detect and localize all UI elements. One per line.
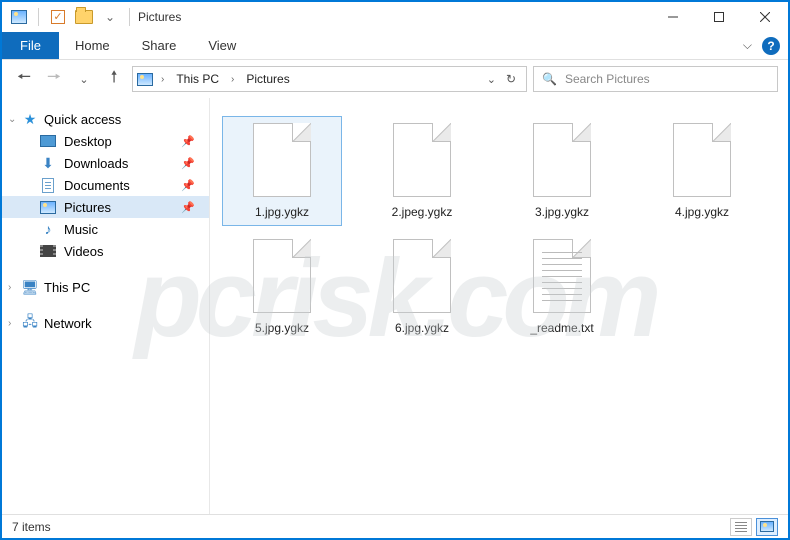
- sidebar-network[interactable]: › 🖧 Network: [2, 312, 209, 334]
- file-item[interactable]: 5.jpg.ygkz: [222, 232, 342, 342]
- sidebar-item-label: Downloads: [64, 156, 128, 171]
- sidebar-item-pictures[interactable]: Pictures 📌: [2, 196, 209, 218]
- tab-share[interactable]: Share: [126, 32, 193, 59]
- qat-separator: [38, 8, 39, 26]
- file-icon: [253, 123, 311, 197]
- music-icon: ♪: [40, 221, 56, 237]
- sidebar-label: Quick access: [44, 112, 121, 127]
- sidebar-quick-access[interactable]: ⌄ ★ Quick access: [2, 108, 209, 130]
- chevron-right-icon[interactable]: ›: [227, 74, 238, 85]
- file-name: 1.jpg.ygkz: [255, 205, 309, 219]
- file-item[interactable]: 6.jpg.ygkz: [362, 232, 482, 342]
- sidebar-item-documents[interactable]: Documents 📌: [2, 174, 209, 196]
- chevron-right-icon[interactable]: ›: [157, 74, 168, 85]
- caret-down-icon: ⌄: [8, 114, 16, 125]
- view-large-icons-button[interactable]: [756, 518, 778, 536]
- breadcrumb-picture-icon: [137, 71, 153, 87]
- sidebar-item-label: Music: [64, 222, 98, 237]
- file-name: 2.jpeg.ygkz: [392, 205, 453, 219]
- close-button[interactable]: [742, 2, 788, 32]
- back-button[interactable]: 🠔: [12, 67, 36, 91]
- downloads-icon: ⬇: [40, 155, 56, 171]
- file-name: 5.jpg.ygkz: [255, 321, 309, 335]
- help-button[interactable]: ?: [762, 37, 780, 55]
- qat-folder-icon[interactable]: [73, 6, 95, 28]
- tab-view[interactable]: View: [192, 32, 252, 59]
- up-button[interactable]: 🠕: [102, 67, 126, 91]
- pin-icon: 📌: [181, 179, 195, 192]
- body: ⌄ ★ Quick access Desktop 📌 ⬇ Downloads 📌…: [2, 98, 788, 514]
- sidebar-item-videos[interactable]: Videos: [2, 240, 209, 262]
- network-icon: 🖧: [22, 315, 38, 331]
- sidebar-item-desktop[interactable]: Desktop 📌: [2, 130, 209, 152]
- title-separator: [129, 8, 130, 26]
- search-input[interactable]: 🔍 Search Pictures: [533, 66, 778, 92]
- file-item[interactable]: 2.jpeg.ygkz: [362, 116, 482, 226]
- window-title: Pictures: [138, 10, 181, 24]
- file-name: 4.jpg.ygkz: [675, 205, 729, 219]
- forward-button[interactable]: 🠖: [42, 67, 66, 91]
- star-icon: ★: [22, 111, 38, 127]
- qat-dropdown-icon[interactable]: ⌄: [99, 6, 121, 28]
- file-item[interactable]: 1.jpg.ygkz: [222, 116, 342, 226]
- sidebar-this-pc[interactable]: › 🖥 This PC: [2, 276, 209, 298]
- breadcrumb-this-pc[interactable]: This PC: [172, 72, 223, 86]
- file-icon: [393, 123, 451, 197]
- videos-icon: [40, 243, 56, 259]
- file-icon: [673, 123, 731, 197]
- tab-home[interactable]: Home: [59, 32, 126, 59]
- pc-icon: 🖥: [22, 279, 38, 295]
- recent-dropdown-icon[interactable]: ⌄: [72, 67, 96, 91]
- pin-icon: 📌: [181, 135, 195, 148]
- ribbon-expand-icon[interactable]: ⌵: [743, 38, 752, 53]
- item-count: 7 items: [12, 520, 51, 534]
- file-icon: [393, 239, 451, 313]
- quick-access-toolbar: ✓ ⌄: [2, 6, 121, 28]
- file-item[interactable]: 4.jpg.ygkz: [642, 116, 762, 226]
- caret-right-icon: ›: [8, 282, 11, 293]
- search-icon: 🔍: [542, 72, 557, 86]
- text-file-icon: [533, 239, 591, 313]
- file-icon: [253, 239, 311, 313]
- breadcrumb-pictures[interactable]: Pictures: [242, 72, 293, 86]
- qat-picture-icon[interactable]: [8, 6, 30, 28]
- file-name: _readme.txt: [530, 321, 593, 335]
- sidebar-label: Network: [44, 316, 92, 331]
- pin-icon: 📌: [181, 157, 195, 170]
- sidebar-item-label: Videos: [64, 244, 104, 259]
- documents-icon: [40, 177, 56, 193]
- address-dropdown-icon[interactable]: ⌄: [487, 73, 496, 86]
- qat-properties-checkbox[interactable]: ✓: [47, 6, 69, 28]
- sidebar-label: This PC: [44, 280, 90, 295]
- sidebar-item-downloads[interactable]: ⬇ Downloads 📌: [2, 152, 209, 174]
- title-bar: ✓ ⌄ Pictures: [2, 2, 788, 32]
- sidebar-item-label: Documents: [64, 178, 130, 193]
- pictures-icon: [40, 199, 56, 215]
- files-pane[interactable]: 1.jpg.ygkz 2.jpeg.ygkz 3.jpg.ygkz 4.jpg.ygk…: [210, 98, 788, 514]
- desktop-icon: [40, 133, 56, 149]
- navigation-pane: ⌄ ★ Quick access Desktop 📌 ⬇ Downloads 📌…: [2, 98, 210, 514]
- file-tab[interactable]: File: [2, 32, 59, 59]
- minimize-button[interactable]: [650, 2, 696, 32]
- caret-right-icon: ›: [8, 318, 11, 329]
- sidebar-item-label: Pictures: [64, 200, 111, 215]
- file-item[interactable]: _readme.txt: [502, 232, 622, 342]
- sidebar-item-music[interactable]: ♪ Music: [2, 218, 209, 240]
- address-bar[interactable]: › This PC › Pictures ⌄ ↻: [132, 66, 527, 92]
- view-details-button[interactable]: [730, 518, 752, 536]
- ribbon-menu: File Home Share View ⌵ ?: [2, 32, 788, 60]
- file-name: 3.jpg.ygkz: [535, 205, 589, 219]
- file-name: 6.jpg.ygkz: [395, 321, 449, 335]
- explorer-window: ✓ ⌄ Pictures File Home Share View ⌵ ? 🠔 …: [0, 0, 790, 540]
- pin-icon: 📌: [181, 201, 195, 214]
- maximize-button[interactable]: [696, 2, 742, 32]
- file-icon: [533, 123, 591, 197]
- address-row: 🠔 🠖 ⌄ 🠕 › This PC › Pictures ⌄ ↻ 🔍 Searc…: [2, 60, 788, 98]
- file-item[interactable]: 3.jpg.ygkz: [502, 116, 622, 226]
- window-controls: [650, 2, 788, 32]
- sidebar-item-label: Desktop: [64, 134, 112, 149]
- search-placeholder: Search Pictures: [565, 72, 650, 86]
- status-bar: 7 items: [2, 514, 788, 538]
- refresh-button[interactable]: ↻: [506, 72, 516, 86]
